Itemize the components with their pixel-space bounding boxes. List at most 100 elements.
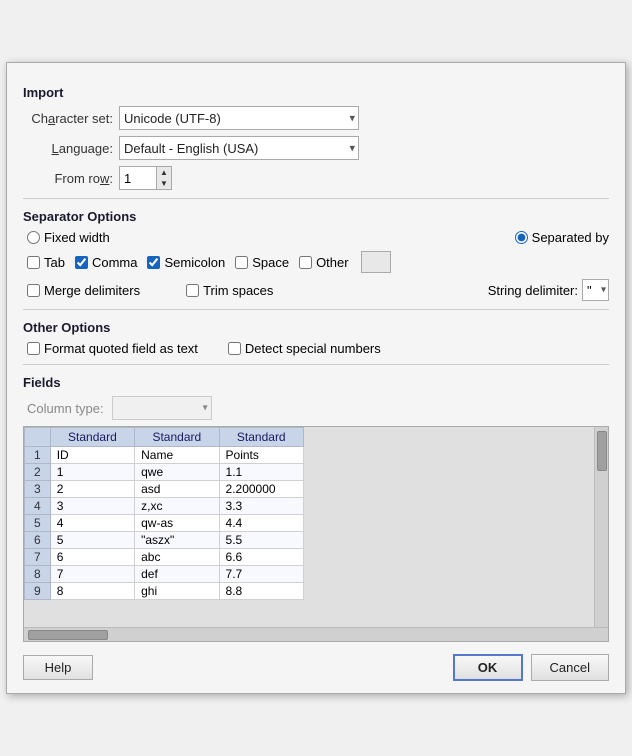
row-col1: 1 [50,464,134,481]
table-row[interactable]: 43z,xc3.3 [25,498,304,515]
comma-option[interactable]: Comma [75,255,138,270]
h-scrollbar-thumb[interactable] [28,630,108,640]
other-char-input[interactable] [361,251,391,273]
row-col1: 8 [50,583,134,600]
row-number-cell: 4 [25,498,51,515]
row-col2: abc [135,549,219,566]
separator-section-title: Separator Options [23,209,609,224]
table-and-scrollbar: Standard Standard Standard 1IDNamePoints… [24,427,608,627]
preview-table-outer: Standard Standard Standard 1IDNamePoints… [23,426,609,642]
table-row[interactable]: 32asd2.200000 [25,481,304,498]
merge-delimiters-label: Merge delimiters [44,283,140,298]
table-row[interactable]: 98ghi8.8 [25,583,304,600]
row-col2: z,xc [135,498,219,515]
col-type-label: Column type: [27,401,104,416]
row-col3: 1.1 [219,464,303,481]
row-col3: 8.8 [219,583,303,600]
tab-label: Tab [44,255,65,270]
other-options-title: Other Options [23,320,609,335]
merge-delimiters-checkbox[interactable] [27,284,40,297]
horizontal-scrollbar[interactable] [24,627,608,641]
fixed-width-option[interactable]: Fixed width [27,230,110,245]
space-label: Space [252,255,289,270]
table-row[interactable]: 76abc6.6 [25,549,304,566]
fromrow-row: From row: 1 ▲ ▼ [23,166,609,190]
header-col2[interactable]: Standard [135,428,219,447]
row-col3: 6.6 [219,549,303,566]
col-type-select[interactable]: Standard Text Number [112,396,212,420]
tab-checkbox[interactable] [27,256,40,269]
help-button[interactable]: Help [23,655,93,680]
row-number-cell: 2 [25,464,51,481]
semicolon-option[interactable]: Semicolon [147,255,225,270]
table-row[interactable]: 1IDNamePoints [25,447,304,464]
fromrow-input[interactable]: 1 [120,167,156,189]
space-option[interactable]: Space [235,255,289,270]
other-option[interactable]: Other [299,255,349,270]
comma-label: Comma [92,255,138,270]
fromrow-spin-up[interactable]: ▲ [157,167,171,178]
fromrow-spinner: 1 ▲ ▼ [119,166,172,190]
import-section-title: Import [23,85,609,100]
row-number-cell: 8 [25,566,51,583]
format-quoted-label: Format quoted field as text [44,341,198,356]
row-number-cell: 7 [25,549,51,566]
fields-title: Fields [23,375,609,390]
row-col3: 5.5 [219,532,303,549]
row-number-cell: 6 [25,532,51,549]
table-row[interactable]: 21qwe1.1 [25,464,304,481]
right-buttons: OK Cancel [453,654,609,681]
col-type-row: Column type: Standard Text Number [23,396,609,420]
other-checkbox[interactable] [299,256,312,269]
row-col1: 4 [50,515,134,532]
trim-spaces-option[interactable]: Trim spaces [186,283,273,298]
merge-delimiters-option[interactable]: Merge delimiters [27,283,140,298]
fixed-width-radio[interactable] [27,231,40,244]
separated-by-option[interactable]: Separated by [515,230,609,245]
fromrow-label: From row: [23,171,113,186]
scrollbar-thumb[interactable] [597,431,607,471]
semicolon-checkbox[interactable] [147,256,160,269]
ok-button[interactable]: OK [453,654,523,681]
language-row: Language: Default - English (USA) [23,136,609,160]
table-scroll-area[interactable]: Standard Standard Standard 1IDNamePoints… [24,427,594,627]
comma-checkbox[interactable] [75,256,88,269]
header-col3[interactable]: Standard [219,428,303,447]
space-checkbox[interactable] [235,256,248,269]
row-col1: 5 [50,532,134,549]
charset-label: Character set: [23,111,113,126]
detect-numbers-checkbox[interactable] [228,342,241,355]
row-number-cell: 1 [25,447,51,464]
fixed-width-label: Fixed width [44,230,110,245]
detect-numbers-option[interactable]: Detect special numbers [228,341,381,356]
table-row[interactable]: 54qw-as4.4 [25,515,304,532]
charset-select-wrapper: Unicode (UTF-8) [119,106,359,130]
delimiter-select[interactable]: " ' [582,279,609,301]
import-dialog: Import Character set: Unicode (UTF-8) La… [6,62,626,694]
language-select[interactable]: Default - English (USA) [119,136,359,160]
row-col1: 3 [50,498,134,515]
separated-by-label: Separated by [532,230,609,245]
language-select-wrapper: Default - English (USA) [119,136,359,160]
charset-select[interactable]: Unicode (UTF-8) [119,106,359,130]
row-col2: ghi [135,583,219,600]
vertical-scrollbar[interactable] [594,427,608,627]
fromrow-spin-down[interactable]: ▼ [157,178,171,189]
semicolon-label: Semicolon [164,255,225,270]
row-col2: qw-as [135,515,219,532]
bottom-bar: Help OK Cancel [23,654,609,681]
format-quoted-option[interactable]: Format quoted field as text [27,341,198,356]
tab-option[interactable]: Tab [27,255,65,270]
other-options-row: Format quoted field as text Detect speci… [23,341,609,356]
cancel-button[interactable]: Cancel [531,654,609,681]
format-quoted-checkbox[interactable] [27,342,40,355]
table-row[interactable]: 65"aszx"5.5 [25,532,304,549]
trim-spaces-checkbox[interactable] [186,284,199,297]
row-number-cell: 3 [25,481,51,498]
table-row[interactable]: 87def7.7 [25,566,304,583]
string-delimiter-group: String delimiter: " ' [488,279,609,301]
detect-numbers-label: Detect special numbers [245,341,381,356]
row-col1: 7 [50,566,134,583]
header-col1[interactable]: Standard [50,428,134,447]
separated-by-radio[interactable] [515,231,528,244]
